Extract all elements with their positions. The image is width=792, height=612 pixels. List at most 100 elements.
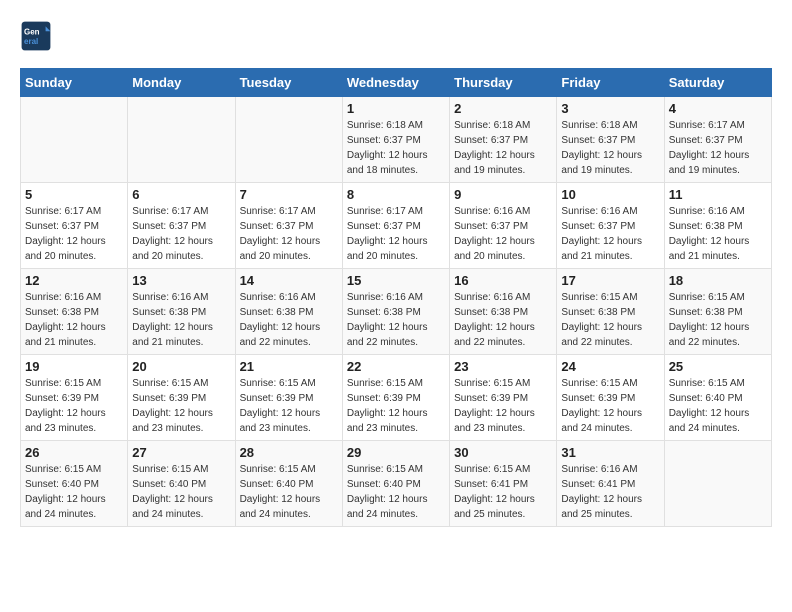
header-day-thursday: Thursday — [450, 69, 557, 97]
day-info: Sunrise: 6:15 AM Sunset: 6:40 PM Dayligh… — [347, 462, 445, 522]
calendar-cell: 25 Sunrise: 6:15 AM Sunset: 6:40 PM Dayli… — [664, 355, 771, 441]
day-number: 4 — [669, 101, 767, 116]
day-info: Sunrise: 6:15 AM Sunset: 6:39 PM Dayligh… — [25, 376, 123, 436]
calendar-cell: 31Sunrise: 6:16 AM Sunset: 6:41 PM Dayli… — [557, 441, 664, 527]
day-number: 21 — [240, 359, 338, 374]
header-row: SundayMondayTuesdayWednesdayThursdayFrid… — [21, 69, 772, 97]
day-number: 2 — [454, 101, 552, 116]
day-info: Sunrise: 6:17 AM Sunset: 6:37 PM Dayligh… — [240, 204, 338, 264]
day-info: Sunrise: 6:16 AM Sunset: 6:38 PM Dayligh… — [669, 204, 767, 264]
calendar-table: SundayMondayTuesdayWednesdayThursdayFrid… — [20, 68, 772, 527]
calendar-cell: 6 Sunrise: 6:17 AM Sunset: 6:37 PM Daylig… — [128, 183, 235, 269]
header-day-monday: Monday — [128, 69, 235, 97]
calendar-cell: 28 Sunrise: 6:15 AM Sunset: 6:40 PM Dayli… — [235, 441, 342, 527]
day-info: Sunrise: 6:16 AM Sunset: 6:38 PM Dayligh… — [454, 290, 552, 350]
calendar-cell: 23 Sunrise: 6:15 AM Sunset: 6:39 PM Dayli… — [450, 355, 557, 441]
header-day-saturday: Saturday — [664, 69, 771, 97]
calendar-cell: 20 Sunrise: 6:15 AM Sunset: 6:39 PM Dayli… — [128, 355, 235, 441]
calendar-cell: 30 Sunrise: 6:15 AM Sunset: 6:41 PM Dayli… — [450, 441, 557, 527]
day-info: Sunrise: 6:15 AM Sunset: 6:40 PM Dayligh… — [25, 462, 123, 522]
day-number: 19 — [25, 359, 123, 374]
day-info: Sunrise: 6:16 AM Sunset: 6:38 PM Dayligh… — [347, 290, 445, 350]
day-info: Sunrise: 6:15 AM Sunset: 6:39 PM Dayligh… — [454, 376, 552, 436]
week-row-4: 19 Sunrise: 6:15 AM Sunset: 6:39 PM Dayli… — [21, 355, 772, 441]
logo: Gen eral — [20, 20, 56, 52]
week-row-1: 1 Sunrise: 6:18 AM Sunset: 6:37 PM Daylig… — [21, 97, 772, 183]
day-info: Sunrise: 6:15 AM Sunset: 6:39 PM Dayligh… — [561, 376, 659, 436]
day-info: Sunrise: 6:15 AM Sunset: 6:39 PM Dayligh… — [132, 376, 230, 436]
calendar-cell — [664, 441, 771, 527]
day-info: Sunrise: 6:17 AM Sunset: 6:37 PM Dayligh… — [132, 204, 230, 264]
calendar-cell: 2 Sunrise: 6:18 AM Sunset: 6:37 PM Daylig… — [450, 97, 557, 183]
day-number: 9 — [454, 187, 552, 202]
day-number: 11 — [669, 187, 767, 202]
calendar-cell: 5 Sunrise: 6:17 AM Sunset: 6:37 PM Daylig… — [21, 183, 128, 269]
day-number: 22 — [347, 359, 445, 374]
day-number: 29 — [347, 445, 445, 460]
calendar-cell: 11 Sunrise: 6:16 AM Sunset: 6:38 PM Dayli… — [664, 183, 771, 269]
logo-icon: Gen eral — [20, 20, 52, 52]
calendar-cell: 19 Sunrise: 6:15 AM Sunset: 6:39 PM Dayli… — [21, 355, 128, 441]
week-row-3: 12Sunrise: 6:16 AM Sunset: 6:38 PM Dayli… — [21, 269, 772, 355]
calendar-cell: 10Sunrise: 6:16 AM Sunset: 6:37 PM Dayli… — [557, 183, 664, 269]
calendar-cell: 17 Sunrise: 6:15 AM Sunset: 6:38 PM Dayli… — [557, 269, 664, 355]
week-row-5: 26 Sunrise: 6:15 AM Sunset: 6:40 PM Dayli… — [21, 441, 772, 527]
day-info: Sunrise: 6:15 AM Sunset: 6:40 PM Dayligh… — [669, 376, 767, 436]
calendar-cell: 1 Sunrise: 6:18 AM Sunset: 6:37 PM Daylig… — [342, 97, 449, 183]
day-number: 18 — [669, 273, 767, 288]
day-number: 7 — [240, 187, 338, 202]
calendar-cell: 13Sunrise: 6:16 AM Sunset: 6:38 PM Dayli… — [128, 269, 235, 355]
day-number: 23 — [454, 359, 552, 374]
header-day-wednesday: Wednesday — [342, 69, 449, 97]
calendar-cell: 15 Sunrise: 6:16 AM Sunset: 6:38 PM Dayli… — [342, 269, 449, 355]
calendar-body: 1 Sunrise: 6:18 AM Sunset: 6:37 PM Daylig… — [21, 97, 772, 527]
day-number: 6 — [132, 187, 230, 202]
day-number: 25 — [669, 359, 767, 374]
day-number: 5 — [25, 187, 123, 202]
header-day-tuesday: Tuesday — [235, 69, 342, 97]
day-info: Sunrise: 6:15 AM Sunset: 6:40 PM Dayligh… — [240, 462, 338, 522]
day-number: 20 — [132, 359, 230, 374]
week-row-2: 5 Sunrise: 6:17 AM Sunset: 6:37 PM Daylig… — [21, 183, 772, 269]
calendar-cell: 29 Sunrise: 6:15 AM Sunset: 6:40 PM Dayli… — [342, 441, 449, 527]
day-number: 16 — [454, 273, 552, 288]
header-day-friday: Friday — [557, 69, 664, 97]
day-number: 27 — [132, 445, 230, 460]
day-info: Sunrise: 6:17 AM Sunset: 6:37 PM Dayligh… — [25, 204, 123, 264]
day-info: Sunrise: 6:18 AM Sunset: 6:37 PM Dayligh… — [561, 118, 659, 178]
header-day-sunday: Sunday — [21, 69, 128, 97]
calendar-cell: 3 Sunrise: 6:18 AM Sunset: 6:37 PM Daylig… — [557, 97, 664, 183]
svg-text:Gen: Gen — [24, 27, 40, 36]
calendar-cell: 26 Sunrise: 6:15 AM Sunset: 6:40 PM Dayli… — [21, 441, 128, 527]
day-info: Sunrise: 6:18 AM Sunset: 6:37 PM Dayligh… — [454, 118, 552, 178]
day-info: Sunrise: 6:15 AM Sunset: 6:41 PM Dayligh… — [454, 462, 552, 522]
day-number: 1 — [347, 101, 445, 116]
svg-text:eral: eral — [24, 37, 38, 46]
calendar-header: SundayMondayTuesdayWednesdayThursdayFrid… — [21, 69, 772, 97]
day-info: Sunrise: 6:15 AM Sunset: 6:38 PM Dayligh… — [561, 290, 659, 350]
day-info: Sunrise: 6:15 AM Sunset: 6:39 PM Dayligh… — [240, 376, 338, 436]
day-number: 3 — [561, 101, 659, 116]
day-info: Sunrise: 6:15 AM Sunset: 6:38 PM Dayligh… — [669, 290, 767, 350]
day-number: 13 — [132, 273, 230, 288]
calendar-cell: 16 Sunrise: 6:16 AM Sunset: 6:38 PM Dayli… — [450, 269, 557, 355]
day-info: Sunrise: 6:18 AM Sunset: 6:37 PM Dayligh… — [347, 118, 445, 178]
calendar-cell: 18 Sunrise: 6:15 AM Sunset: 6:38 PM Dayli… — [664, 269, 771, 355]
calendar-cell — [21, 97, 128, 183]
calendar-cell: 8Sunrise: 6:17 AM Sunset: 6:37 PM Daylig… — [342, 183, 449, 269]
day-number: 30 — [454, 445, 552, 460]
calendar-cell: 9Sunrise: 6:16 AM Sunset: 6:37 PM Daylig… — [450, 183, 557, 269]
day-info: Sunrise: 6:17 AM Sunset: 6:37 PM Dayligh… — [669, 118, 767, 178]
day-number: 17 — [561, 273, 659, 288]
calendar-cell: 21 Sunrise: 6:15 AM Sunset: 6:39 PM Dayli… — [235, 355, 342, 441]
calendar-cell: 22Sunrise: 6:15 AM Sunset: 6:39 PM Dayli… — [342, 355, 449, 441]
day-info: Sunrise: 6:16 AM Sunset: 6:41 PM Dayligh… — [561, 462, 659, 522]
day-number: 26 — [25, 445, 123, 460]
calendar-cell — [235, 97, 342, 183]
day-number: 15 — [347, 273, 445, 288]
day-info: Sunrise: 6:16 AM Sunset: 6:38 PM Dayligh… — [25, 290, 123, 350]
day-number: 28 — [240, 445, 338, 460]
calendar-cell — [128, 97, 235, 183]
day-number: 14 — [240, 273, 338, 288]
calendar-cell: 12Sunrise: 6:16 AM Sunset: 6:38 PM Dayli… — [21, 269, 128, 355]
